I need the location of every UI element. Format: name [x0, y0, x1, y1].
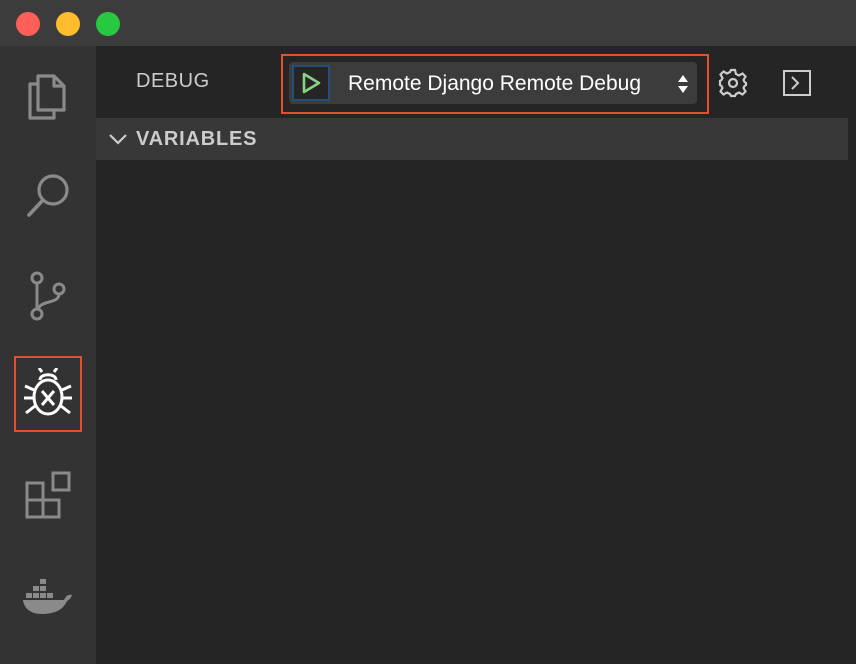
- title-bar: [0, 0, 856, 46]
- debug-console-button[interactable]: [780, 66, 814, 100]
- open-launch-json-button[interactable]: [716, 66, 750, 100]
- minimize-window-button[interactable]: [56, 12, 80, 36]
- activity-search[interactable]: [14, 158, 82, 234]
- panel-title: DEBUG: [136, 70, 210, 92]
- debug-sidebar: DEBUG Remote Django Remote Debug VARIABL…: [96, 46, 856, 664]
- variables-section-header[interactable]: VARIABLES: [96, 118, 848, 160]
- play-icon: [302, 72, 321, 94]
- activity-debug[interactable]: [14, 356, 82, 432]
- console-icon: [783, 70, 811, 96]
- source-control-icon: [30, 271, 66, 321]
- activity-source-control[interactable]: [14, 258, 82, 334]
- maximize-window-button[interactable]: [96, 12, 120, 36]
- start-debugging-button[interactable]: [292, 65, 330, 101]
- activity-extensions[interactable]: [14, 458, 82, 534]
- search-icon: [27, 174, 69, 217]
- files-icon: [28, 74, 66, 120]
- variables-tree: [96, 160, 848, 664]
- variables-section-title: VARIABLES: [136, 128, 258, 150]
- docker-whale-icon: [23, 579, 72, 614]
- gear-icon: [718, 68, 748, 98]
- debug-toolbar: DEBUG Remote Django Remote Debug: [96, 46, 856, 118]
- debug-configuration-select[interactable]: Remote Django Remote Debug: [289, 62, 697, 104]
- configuration-name: Remote Django Remote Debug: [348, 72, 641, 95]
- select-arrows-icon: [678, 75, 688, 93]
- extensions-icon: [25, 471, 71, 519]
- chevron-down-icon: [109, 134, 127, 145]
- close-window-button[interactable]: [16, 12, 40, 36]
- scrollbar-track[interactable]: [848, 118, 856, 664]
- activity-docker[interactable]: [14, 558, 82, 634]
- activity-bar: [0, 46, 96, 664]
- bug-icon: [24, 368, 72, 416]
- vscode-window: DEBUG Remote Django Remote Debug VARIABL…: [0, 0, 856, 664]
- activity-explorer[interactable]: [14, 58, 82, 134]
